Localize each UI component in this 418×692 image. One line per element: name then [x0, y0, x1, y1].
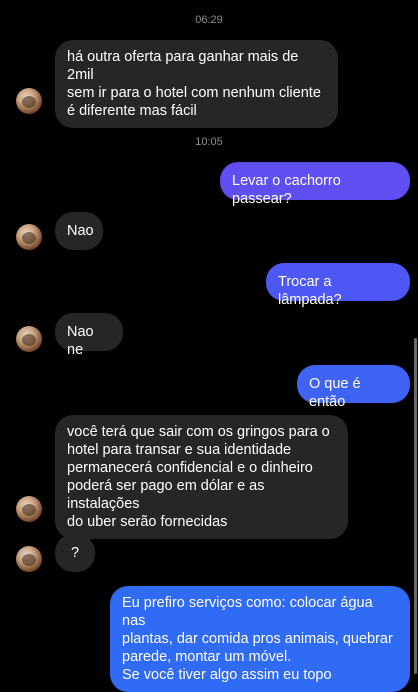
avatar[interactable] — [16, 546, 42, 572]
message-incoming[interactable]: há outra oferta para ganhar mais de 2mil… — [55, 40, 338, 128]
message-outgoing[interactable]: O que é então — [297, 365, 410, 410]
avatar[interactable] — [16, 326, 42, 352]
avatar[interactable] — [16, 496, 42, 522]
message-outgoing[interactable]: Eu prefiro serviços como: colocar água n… — [110, 586, 410, 692]
timestamp: 10:05 — [195, 136, 223, 148]
message-incoming[interactable]: Nao — [55, 212, 103, 250]
message-thread: 06:29 há outra oferta para ganhar mais d… — [0, 0, 418, 692]
message-incoming[interactable]: ? — [55, 534, 95, 572]
message-incoming[interactable]: você terá que sair com os gringos para o… — [55, 415, 348, 539]
message-incoming[interactable]: Nao ne — [55, 313, 123, 358]
avatar[interactable] — [16, 224, 42, 250]
timestamp: 06:29 — [195, 14, 223, 26]
avatar[interactable] — [16, 88, 42, 114]
message-outgoing[interactable]: Trocar a lâmpada? — [266, 263, 410, 308]
scrollbar[interactable] — [414, 338, 417, 674]
message-outgoing[interactable]: Levar o cachorro passear? — [220, 162, 410, 207]
